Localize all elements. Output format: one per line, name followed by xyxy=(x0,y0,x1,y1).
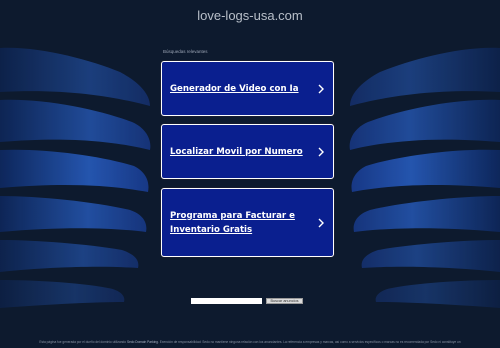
related-link-3[interactable]: Programa para Facturar e Inventario Grat… xyxy=(161,188,334,257)
related-link-label[interactable]: Localizar Movil por Numero xyxy=(170,145,303,159)
sedo-parking-link[interactable]: Sedo Domain Parking xyxy=(127,340,158,344)
related-searches-label: Búsquedas relevantes xyxy=(163,49,208,54)
related-link-label[interactable]: Generador de Video con Ia xyxy=(170,82,299,96)
related-link-2[interactable]: Localizar Movil por Numero xyxy=(161,124,334,179)
footer-disclaimer: Esta página fue generada por el dueño de… xyxy=(0,340,500,344)
chevron-right-icon xyxy=(318,84,324,93)
chevron-right-icon xyxy=(318,218,324,227)
related-link-label[interactable]: Programa para Facturar e Inventario Grat… xyxy=(170,209,313,237)
ad-search-form: Buscar anuncios xyxy=(191,298,303,304)
chevron-right-icon xyxy=(318,147,324,156)
related-link-1[interactable]: Generador de Video con Ia xyxy=(161,61,334,116)
domain-title: love-logs-usa.com xyxy=(197,8,303,23)
search-ads-button[interactable]: Buscar anuncios xyxy=(266,298,303,304)
parked-domain-page: love-logs-usa.com Búsquedas relevantes G… xyxy=(0,0,500,348)
search-input[interactable] xyxy=(191,298,262,304)
footer-text-after: . Exención de responsabilidad: Sedo no m… xyxy=(157,340,461,344)
footer-text-before: Esta página fue generada por el dueño de… xyxy=(39,340,127,344)
